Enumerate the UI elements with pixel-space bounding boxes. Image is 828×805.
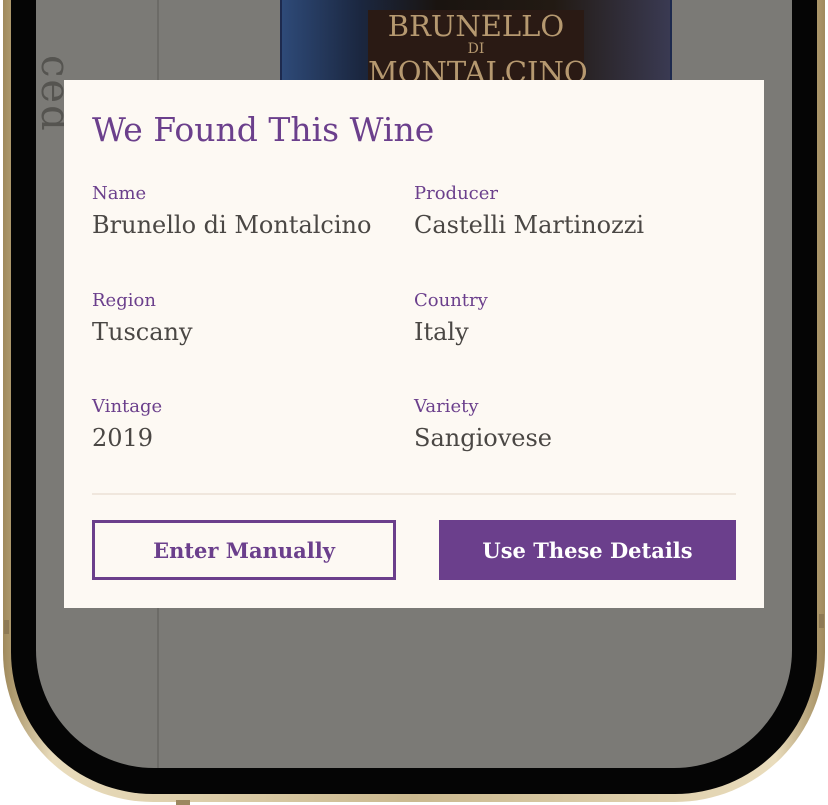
modal-divider bbox=[92, 493, 736, 495]
field-vintage: Vintage 2019 bbox=[92, 396, 162, 452]
field-value: Tuscany bbox=[92, 318, 193, 346]
field-label: Variety bbox=[414, 396, 479, 417]
wine-found-modal: We Found This Wine Name Brunello di Mont… bbox=[64, 80, 764, 608]
field-value: Italy bbox=[414, 318, 469, 346]
side-button-right bbox=[819, 614, 824, 628]
side-button-left bbox=[4, 620, 9, 634]
field-region: Region Tuscany bbox=[92, 290, 193, 346]
field-country: Country Italy bbox=[414, 290, 488, 346]
field-name: Name Brunello di Montalcino bbox=[92, 183, 371, 239]
field-value: 2019 bbox=[92, 424, 154, 452]
field-label: Region bbox=[92, 290, 156, 311]
use-these-details-button[interactable]: Use These Details bbox=[439, 520, 736, 580]
bottle-label-line2: DI bbox=[467, 41, 485, 57]
field-producer: Producer Castelli Martinozzi bbox=[414, 183, 644, 239]
field-label: Vintage bbox=[92, 396, 163, 417]
field-label: Producer bbox=[414, 183, 499, 204]
modal-title: We Found This Wine bbox=[92, 110, 435, 149]
bottom-notch bbox=[176, 800, 190, 805]
field-value: Brunello di Montalcino bbox=[92, 211, 372, 239]
bottle-label-line1: BRUNELLO bbox=[387, 9, 565, 43]
field-value: Castelli Martinozzi bbox=[414, 211, 645, 239]
field-variety: Variety Sangiovese bbox=[414, 396, 552, 452]
enter-manually-button[interactable]: Enter Manually bbox=[92, 520, 396, 580]
field-label: Country bbox=[414, 290, 488, 311]
field-label: Name bbox=[92, 183, 147, 204]
field-value: Sangiovese bbox=[414, 424, 552, 452]
